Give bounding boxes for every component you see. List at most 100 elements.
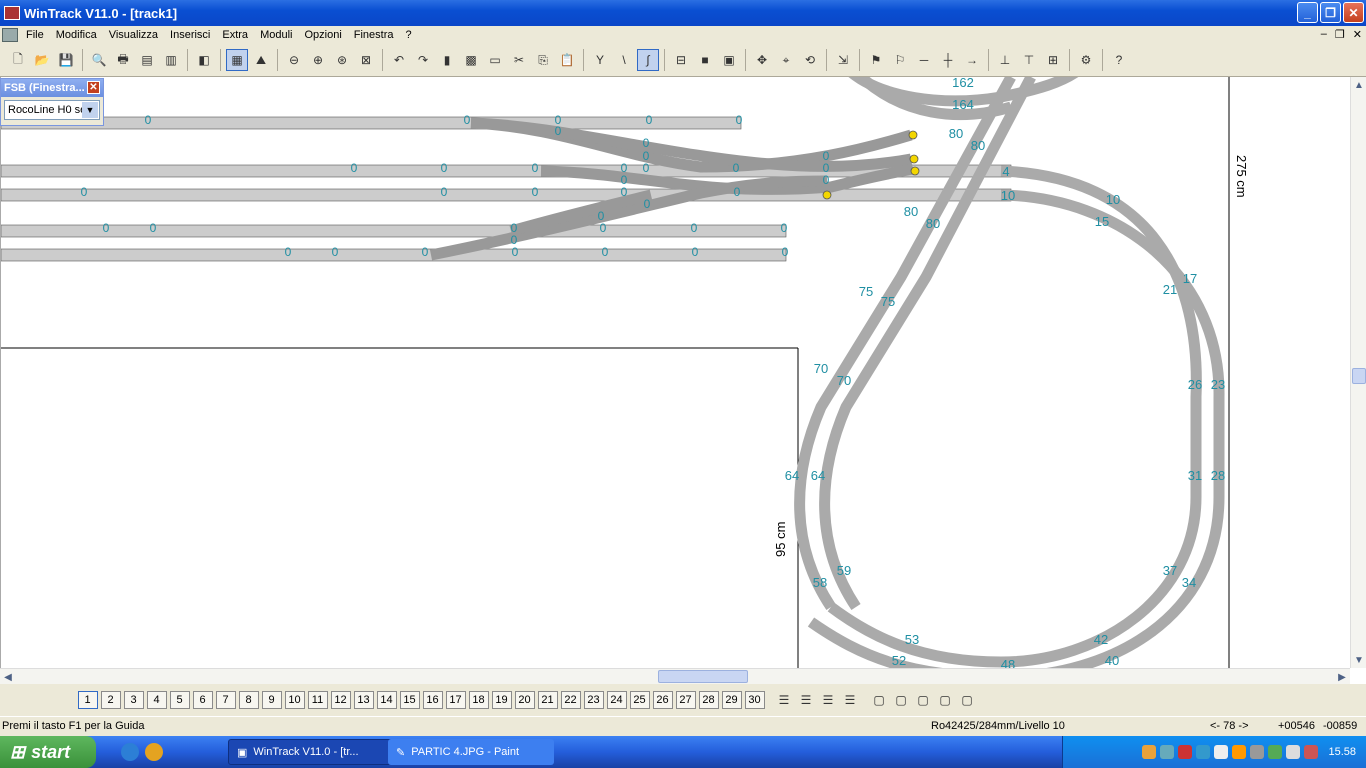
frame-5-icon[interactable]: ▢ xyxy=(957,689,977,711)
close-button[interactable]: ✕ xyxy=(1343,2,1364,23)
layer-disabled-icon[interactable]: ☰ xyxy=(818,689,838,711)
track-layout[interactable]: 275 cm 95 cm 0 0 0 0 000 0 0 0 0 0 00 00 0 0 0 00000 0 0 0… xyxy=(1,77,1350,668)
frame-4-icon[interactable]: ▢ xyxy=(935,689,955,711)
layer-stack-icon[interactable]: ☰ xyxy=(774,689,794,711)
station-icon[interactable]: ⊟ xyxy=(670,49,692,71)
grid-settings-icon[interactable]: ▦ xyxy=(226,49,248,71)
page-button-4[interactable]: 4 xyxy=(146,691,167,709)
internet-explorer-icon[interactable] xyxy=(121,743,139,761)
signal-icon[interactable]: ⚑ xyxy=(865,49,887,71)
fsb-close-icon[interactable]: ✕ xyxy=(87,81,100,94)
tray-icon-3[interactable] xyxy=(1178,745,1193,759)
page-button-3[interactable]: 3 xyxy=(123,691,144,709)
menu-visualizza[interactable]: Visualizza xyxy=(103,29,164,41)
elevation-3-icon[interactable]: ⊞ xyxy=(1042,49,1064,71)
page-button-28[interactable]: 28 xyxy=(698,691,719,709)
new-file-icon[interactable]: 🗋 xyxy=(7,49,29,71)
start-button[interactable]: ⊞ start xyxy=(0,736,96,768)
page-button-12[interactable]: 12 xyxy=(330,691,351,709)
frame-3-icon[interactable]: ▢ xyxy=(913,689,933,711)
page-button-23[interactable]: 23 xyxy=(583,691,604,709)
scroll-down-icon[interactable]: ▼ xyxy=(1351,652,1366,668)
menu-modifica[interactable]: Modifica xyxy=(50,29,103,41)
connect-icon[interactable]: ⇲ xyxy=(832,49,854,71)
page-button-19[interactable]: 19 xyxy=(491,691,512,709)
task-wintrack[interactable]: ▣ WinTrack V11.0 - [tr... xyxy=(228,739,394,765)
book-icon[interactable]: ▮ xyxy=(436,49,458,71)
zoom-in-icon[interactable]: ⊕ xyxy=(307,49,329,71)
chevron-down-icon[interactable]: ▼ xyxy=(82,102,98,118)
red-block-icon[interactable]: ■ xyxy=(694,49,716,71)
settings-gear-icon[interactable]: ⚙ xyxy=(1075,49,1097,71)
page-button-9[interactable]: 9 xyxy=(261,691,282,709)
task-paint[interactable]: ✎ PARTIC 4.JPG - Paint xyxy=(388,739,554,765)
undo-icon[interactable]: ↶ xyxy=(388,49,410,71)
tray-icon-2[interactable] xyxy=(1160,745,1175,759)
volume-icon[interactable] xyxy=(1286,745,1301,759)
vertical-scroll-thumb[interactable] xyxy=(1352,368,1366,384)
book-stack-icon[interactable]: ▩ xyxy=(460,49,482,71)
menu-finestra[interactable]: Finestra xyxy=(348,29,400,41)
tray-icon-5[interactable] xyxy=(1214,745,1229,759)
maximize-button[interactable]: ❐ xyxy=(1320,2,1341,23)
page-button-21[interactable]: 21 xyxy=(537,691,558,709)
print-preview-icon[interactable]: 🔍 xyxy=(88,49,110,71)
menu-opzioni[interactable]: Opzioni xyxy=(298,29,347,41)
tray-icon-6[interactable] xyxy=(1232,745,1247,759)
redo-icon[interactable]: ↷ xyxy=(412,49,434,71)
move-icon[interactable]: ✥ xyxy=(751,49,773,71)
tray-icon-8[interactable] xyxy=(1268,745,1283,759)
layers-icon[interactable]: ◧ xyxy=(193,49,215,71)
page-button-18[interactable]: 18 xyxy=(468,691,489,709)
menu-help[interactable]: ? xyxy=(400,29,418,41)
page-button-8[interactable]: 8 xyxy=(238,691,259,709)
frame-2-icon[interactable]: ▢ xyxy=(891,689,911,711)
copy-icon[interactable]: ⎘ xyxy=(532,49,554,71)
page-button-7[interactable]: 7 xyxy=(215,691,236,709)
mdi-close-button[interactable]: ✕ xyxy=(1353,28,1362,41)
page-button-6[interactable]: 6 xyxy=(192,691,213,709)
rotate-180-icon[interactable]: ⟲ xyxy=(799,49,821,71)
print-setup-icon[interactable]: ▤ xyxy=(136,49,158,71)
page-button-29[interactable]: 29 xyxy=(721,691,742,709)
red-blocks-icon[interactable]: ▣ xyxy=(718,49,740,71)
page-button-27[interactable]: 27 xyxy=(675,691,696,709)
layer-manager-icon[interactable]: ☰ xyxy=(840,689,860,711)
flex-track-icon[interactable]: ∫ xyxy=(637,49,659,71)
horizontal-scrollbar[interactable]: ◀ ▶ xyxy=(0,668,1350,684)
page-button-14[interactable]: 14 xyxy=(376,691,397,709)
tray-icon-1[interactable] xyxy=(1142,745,1157,759)
elevation-2-icon[interactable]: ⊤ xyxy=(1018,49,1040,71)
track-gap-icon[interactable]: ─ xyxy=(913,49,935,71)
scroll-up-icon[interactable]: ▲ xyxy=(1351,77,1366,93)
page-button-22[interactable]: 22 xyxy=(560,691,581,709)
fsb-window[interactable]: FSB (Finestra... ✕ RocoLine H0 se ▼ xyxy=(0,78,104,126)
chrome-icon[interactable] xyxy=(145,743,163,761)
clipboard-icon[interactable]: ▭ xyxy=(484,49,506,71)
curve-icon[interactable]: \ xyxy=(613,49,635,71)
mdi-minimize-button[interactable]: – xyxy=(1321,28,1327,41)
scroll-left-icon[interactable]: ◀ xyxy=(0,669,16,685)
zoom-out-icon[interactable]: ⊖ xyxy=(283,49,305,71)
frame-1-icon[interactable]: ▢ xyxy=(869,689,889,711)
minimize-button[interactable]: _ xyxy=(1297,2,1318,23)
page-button-11[interactable]: 11 xyxy=(307,691,328,709)
page-button-1[interactable]: 1 xyxy=(77,691,98,709)
vertical-scrollbar[interactable]: ▲ ▼ xyxy=(1350,77,1366,668)
track-split-icon[interactable]: ┼ xyxy=(937,49,959,71)
list-icon[interactable]: ▥ xyxy=(160,49,182,71)
page-button-25[interactable]: 25 xyxy=(629,691,650,709)
page-button-16[interactable]: 16 xyxy=(422,691,443,709)
track-system-select[interactable]: RocoLine H0 se ▼ xyxy=(4,100,100,120)
page-button-17[interactable]: 17 xyxy=(445,691,466,709)
context-help-icon[interactable]: ? xyxy=(1108,49,1130,71)
align-icon[interactable]: ⌖ xyxy=(775,49,797,71)
horizontal-scroll-thumb[interactable] xyxy=(658,670,748,683)
menu-moduli[interactable]: Moduli xyxy=(254,29,298,41)
page-button-30[interactable]: 30 xyxy=(744,691,765,709)
page-button-10[interactable]: 10 xyxy=(284,691,305,709)
print-icon[interactable]: 🖶 xyxy=(112,49,134,71)
paste-icon[interactable]: 📋 xyxy=(556,49,578,71)
track-end-icon[interactable]: → xyxy=(961,49,983,71)
page-button-15[interactable]: 15 xyxy=(399,691,420,709)
